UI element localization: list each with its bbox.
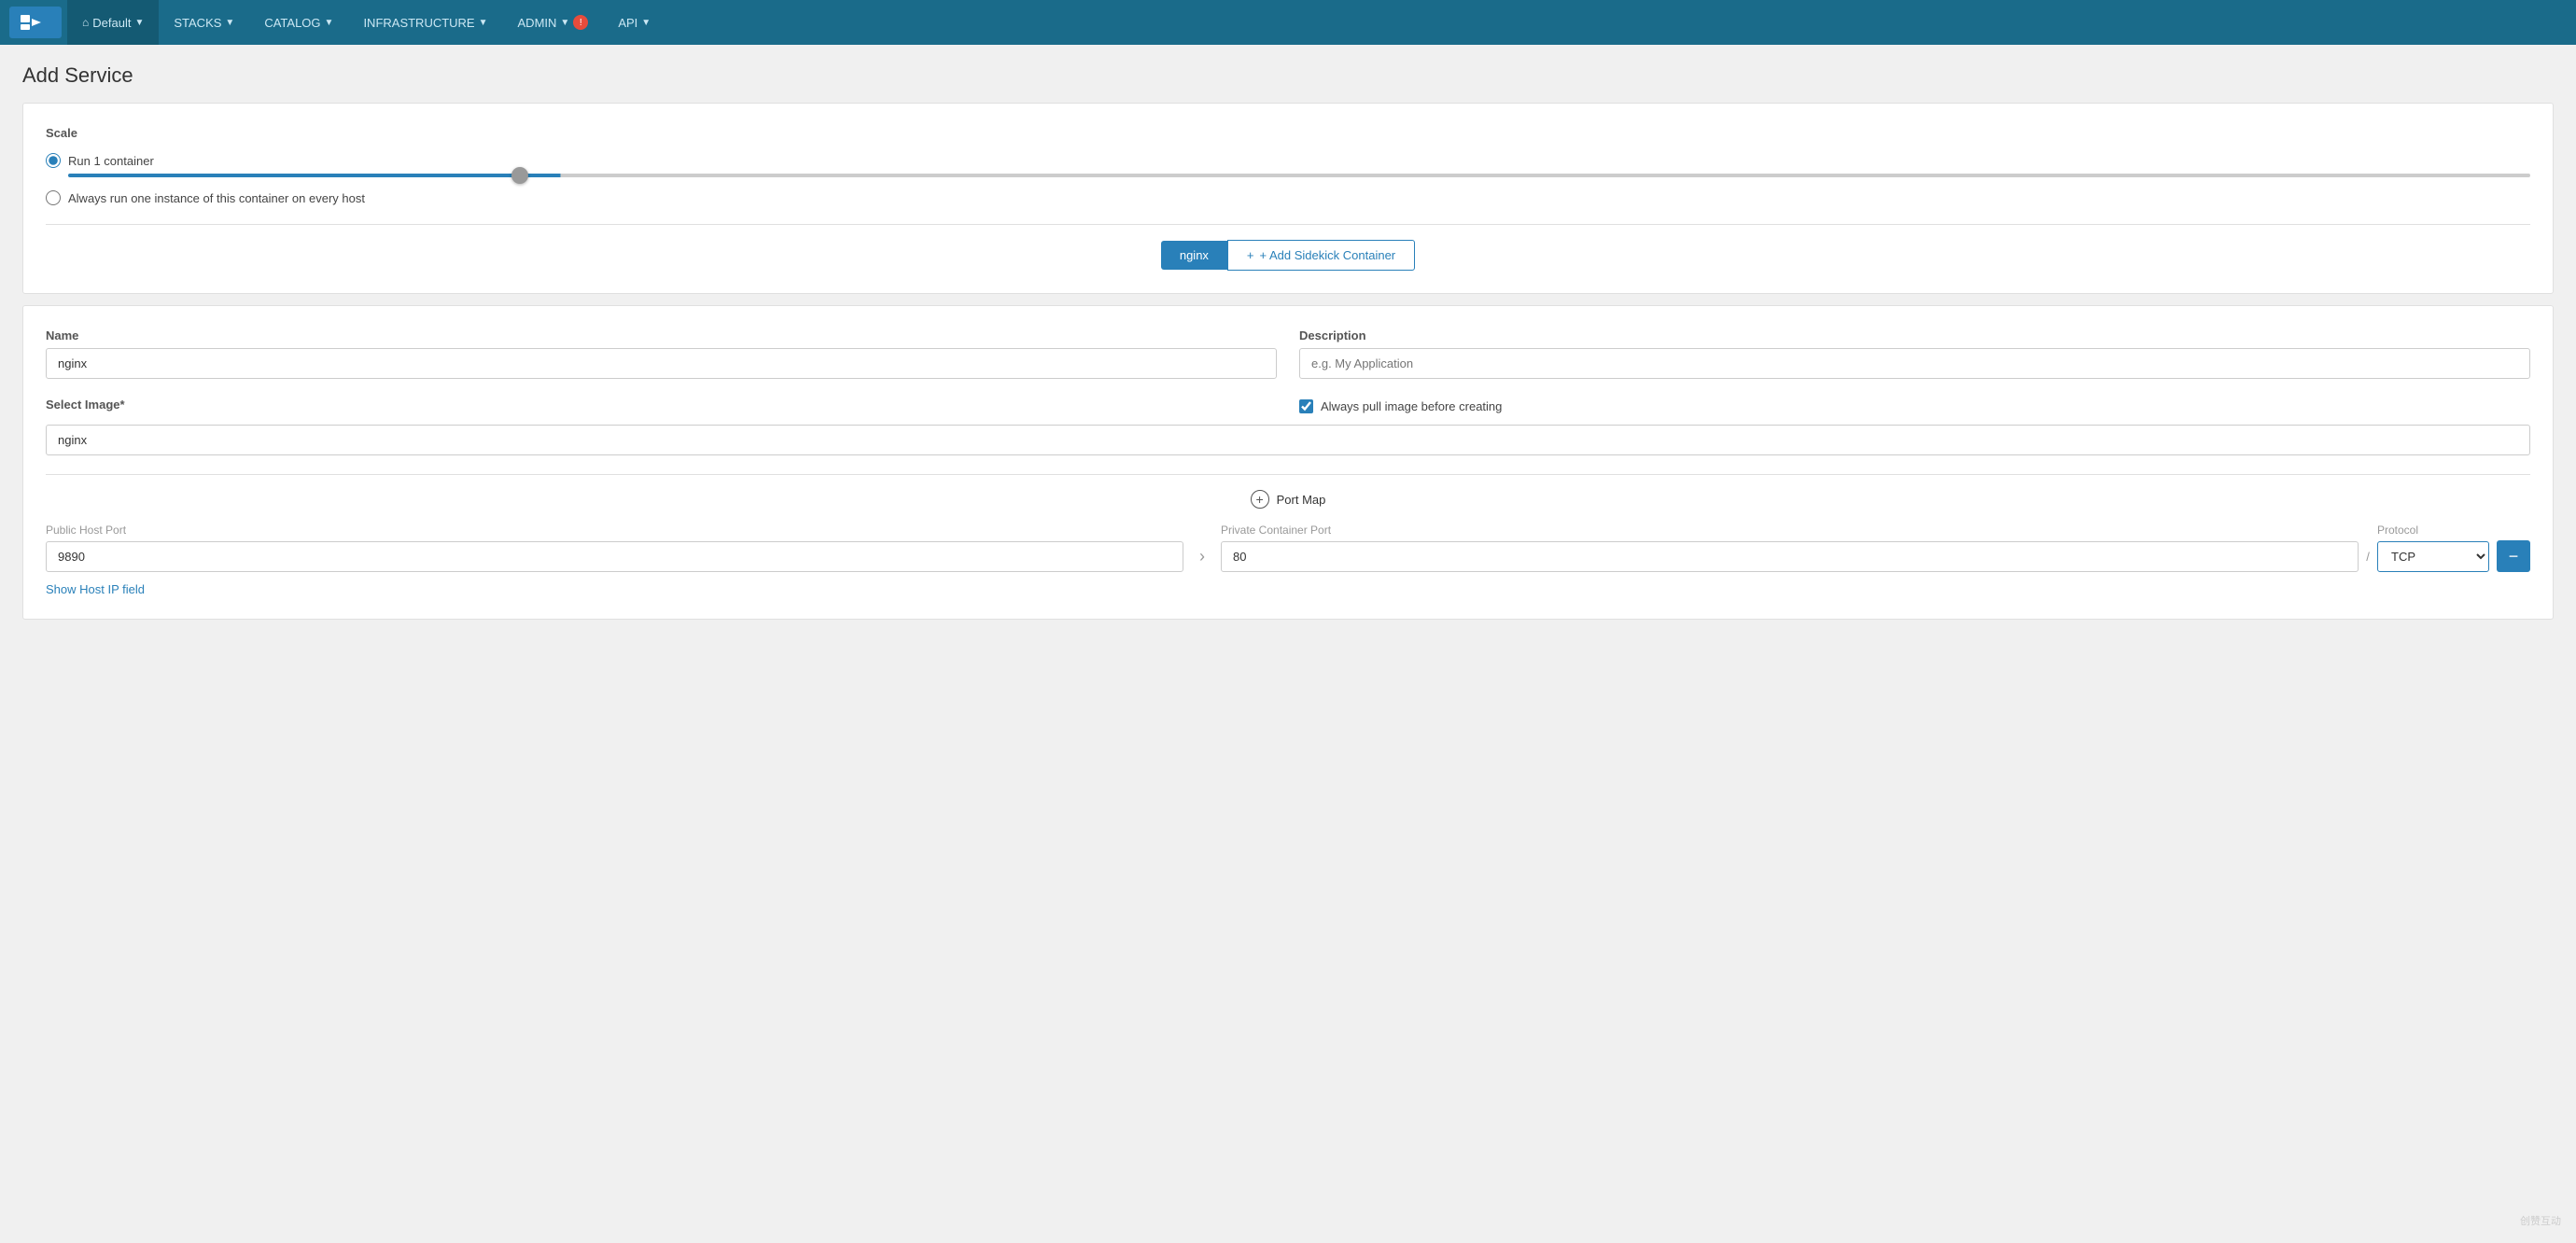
chevron-icon: ▼ — [134, 18, 144, 28]
description-label: Description — [1299, 328, 2530, 342]
add-sidekick-button[interactable]: + + Add Sidekick Container — [1227, 240, 1415, 271]
col-public-label: Public Host Port — [46, 524, 1183, 537]
public-port-input[interactable] — [46, 541, 1183, 572]
page-title: Add Service — [22, 63, 2554, 88]
delete-port-button[interactable]: − — [2497, 540, 2530, 572]
nav-item-default[interactable]: ⌂ Default ▼ — [67, 0, 159, 45]
port-map-label: Port Map — [1277, 493, 1326, 507]
home-icon: ⌂ — [82, 16, 89, 29]
tab-bar: nginx + + Add Sidekick Container — [46, 224, 2530, 271]
col-protocol-label: Protocol — [2377, 524, 2489, 537]
navbar: ⌂ Default ▼ STACKS ▼ CATALOG ▼ INFRASTRU… — [0, 0, 2576, 45]
watermark: 创赞互动 — [2520, 1213, 2561, 1228]
image-input[interactable] — [46, 425, 2530, 455]
scale-slider[interactable] — [68, 174, 2530, 177]
chevron-icon: ▼ — [325, 18, 334, 28]
nav-item-stacks[interactable]: STACKS ▼ — [159, 0, 249, 45]
radio-run1-label: Run 1 container — [68, 154, 154, 168]
admin-badge: ! — [573, 15, 588, 30]
chevron-icon: ▼ — [225, 18, 234, 28]
radio-always[interactable]: Always run one instance of this containe… — [46, 190, 2530, 205]
chevron-icon: ▼ — [641, 18, 651, 28]
radio-always-label: Always run one instance of this containe… — [68, 191, 365, 205]
port-map-header[interactable]: + Port Map — [46, 474, 2530, 509]
image-label: Select Image* — [46, 398, 1277, 412]
always-pull-checkbox-label[interactable]: Always pull image before creating — [1299, 399, 1502, 413]
slash-separator: / — [2366, 550, 2370, 564]
chevron-icon: ▼ — [479, 18, 488, 28]
show-host-ip-link[interactable]: Show Host IP field — [46, 582, 145, 596]
always-pull-checkbox[interactable] — [1299, 399, 1313, 413]
radio-always-input[interactable] — [46, 190, 61, 205]
description-input[interactable] — [1299, 348, 2530, 379]
plus-icon: + — [1247, 248, 1254, 262]
port-row: › / TCP UDP − — [46, 540, 2530, 572]
col-private-label: Private Container Port — [1221, 524, 2359, 537]
tab-nginx[interactable]: nginx — [1161, 241, 1227, 270]
logo[interactable] — [9, 7, 62, 38]
always-pull-text: Always pull image before creating — [1321, 399, 1502, 413]
form-card: Name Description Select Image* Always pu… — [22, 305, 2554, 620]
nav-item-infrastructure[interactable]: INFRASTRUCTURE ▼ — [348, 0, 502, 45]
nav-item-admin[interactable]: ADMIN ▼ ! — [503, 0, 604, 45]
logo-icon — [19, 11, 52, 34]
scale-label: Scale — [46, 126, 2530, 140]
scale-card: Scale Run 1 container Always run one ins… — [22, 103, 2554, 294]
slider-thumb — [511, 167, 528, 184]
protocol-select[interactable]: TCP UDP — [2377, 541, 2489, 572]
arrow-icon: › — [1199, 547, 1205, 566]
name-label: Name — [46, 328, 1277, 342]
chevron-icon: ▼ — [560, 18, 569, 28]
name-input[interactable] — [46, 348, 1277, 379]
radio-run1[interactable]: Run 1 container — [46, 153, 2530, 168]
private-port-input[interactable] — [1221, 541, 2359, 572]
nav-item-catalog[interactable]: CATALOG ▼ — [249, 0, 348, 45]
radio-run1-input[interactable] — [46, 153, 61, 168]
port-map-plus-icon: + — [1251, 490, 1269, 509]
nav-item-api[interactable]: API ▼ — [603, 0, 665, 45]
